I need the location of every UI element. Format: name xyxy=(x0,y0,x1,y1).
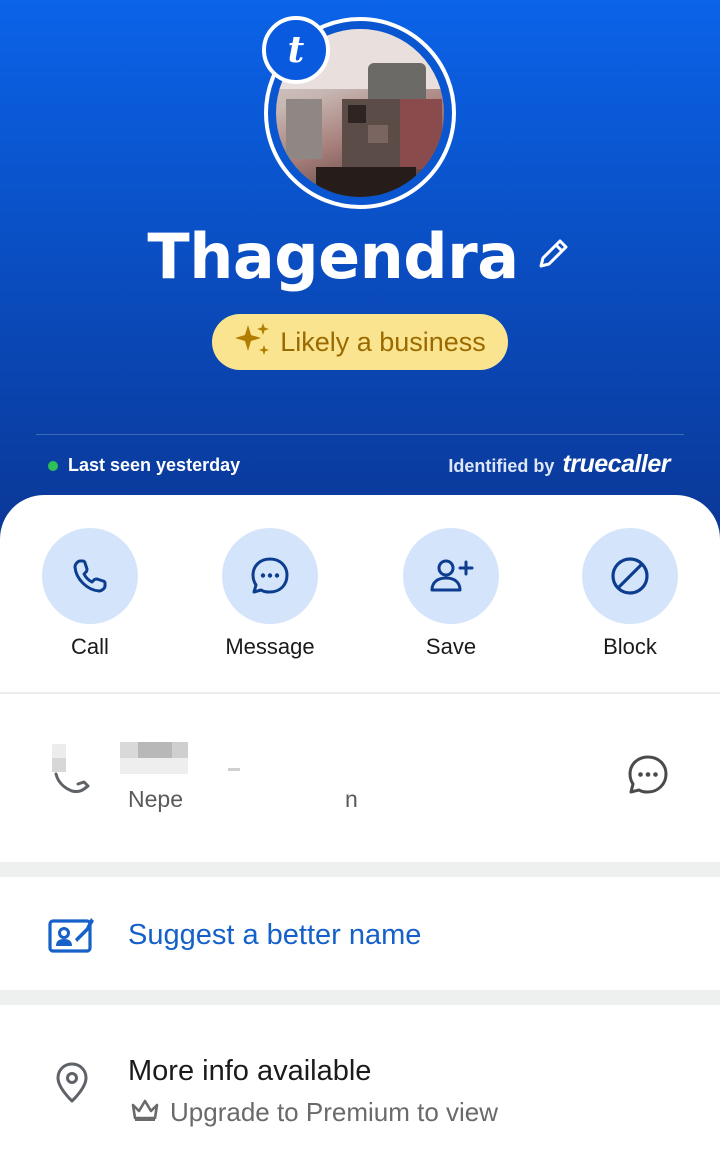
chat-bubble-icon[interactable] xyxy=(222,528,318,624)
identified-by-text: Identified by xyxy=(448,456,555,476)
more-info-title: More info available xyxy=(128,1055,372,1087)
add-person-icon[interactable] xyxy=(403,528,499,624)
last-seen: Last seen yesterday xyxy=(48,455,240,476)
profile-header: t Thagendra Likely a business Last seen … xyxy=(0,0,720,540)
suggest-name-row[interactable]: Suggest a better name xyxy=(0,877,720,990)
online-status-dot-icon xyxy=(48,460,58,471)
sparkle-icon xyxy=(234,321,272,364)
section-separator xyxy=(0,862,720,877)
last-seen-text: Last seen yesterday xyxy=(68,455,241,475)
call-button[interactable]: Call xyxy=(15,528,165,660)
name-row: Thagendra xyxy=(0,218,720,294)
save-label: Save xyxy=(425,634,477,659)
truecaller-logo: truecaller xyxy=(562,450,670,478)
suggest-name-label: Suggest a better name xyxy=(128,919,422,951)
premium-upsell-text: Upgrade to Premium to view xyxy=(170,1097,499,1127)
contact-name: Thagendra xyxy=(147,219,519,293)
premium-upsell[interactable]: Upgrade to Premium to view xyxy=(130,1097,498,1128)
svg-text:t: t xyxy=(288,30,305,70)
redacted-line-label xyxy=(228,768,240,771)
redacted-phone-number xyxy=(120,742,188,774)
crown-icon xyxy=(130,1097,160,1128)
details-sheet: Call Message Save Block Nepe n Suggest a… xyxy=(0,495,720,1149)
business-tag-label: Likely a business xyxy=(280,326,486,357)
header-divider xyxy=(36,434,684,435)
phone-icon[interactable] xyxy=(42,528,138,624)
call-label: Call xyxy=(71,634,109,659)
phone-icon xyxy=(50,744,96,801)
message-button[interactable]: Message xyxy=(195,528,345,660)
section-separator xyxy=(0,990,720,1005)
message-bubble-icon[interactable] xyxy=(626,753,670,802)
location-pin-icon xyxy=(54,1061,90,1110)
phone-number-row[interactable]: Nepe n xyxy=(0,694,720,862)
identified-by: Identified by truecaller xyxy=(448,450,670,479)
country-label: Nepe n xyxy=(128,786,358,812)
block-label: Block xyxy=(603,634,657,659)
save-button[interactable]: Save xyxy=(376,528,526,660)
block-icon[interactable] xyxy=(582,528,678,624)
truecaller-badge-icon: t xyxy=(262,16,330,84)
edit-pencil-icon[interactable] xyxy=(533,234,573,279)
block-button[interactable]: Block xyxy=(555,528,705,660)
message-label: Message xyxy=(225,634,315,659)
edit-card-icon xyxy=(48,915,96,960)
action-bar: Call Message Save Block xyxy=(0,528,720,668)
business-tag: Likely a business xyxy=(212,314,508,370)
more-info-row[interactable]: More info available Upgrade to Premium t… xyxy=(0,1005,720,1149)
